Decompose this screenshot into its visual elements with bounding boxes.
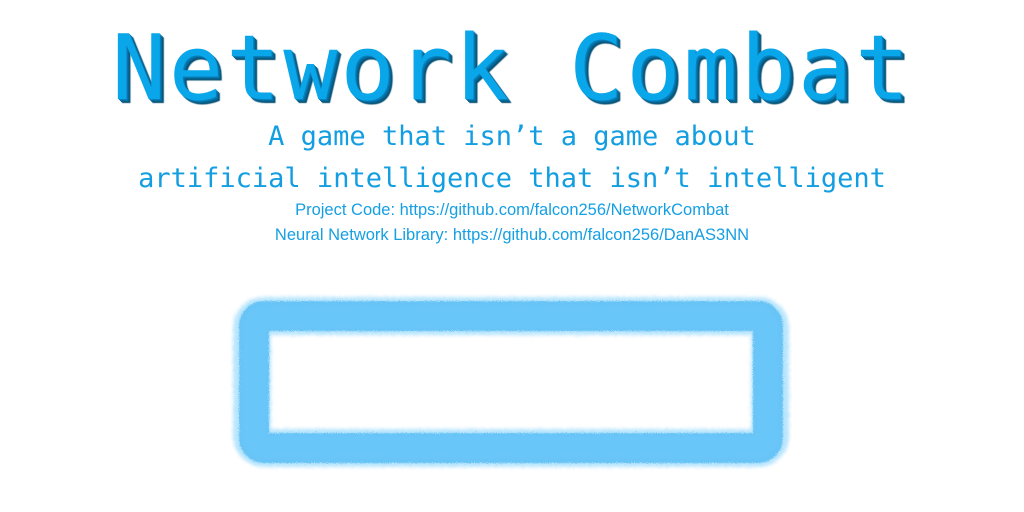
tagline-line-2: artificial intelligence that isn’t intel…	[138, 163, 886, 194]
start-button-frame[interactable]	[230, 292, 792, 472]
game-title: Network Combat	[111, 16, 913, 121]
neural-network-library-link[interactable]: Neural Network Library: https://github.c…	[0, 224, 1024, 246]
tagline-line-1: A game that isn’t a game about	[268, 121, 756, 152]
chalk-frame-graphic	[233, 297, 789, 467]
project-code-link[interactable]: Project Code: https://github.com/falcon2…	[0, 199, 1024, 221]
